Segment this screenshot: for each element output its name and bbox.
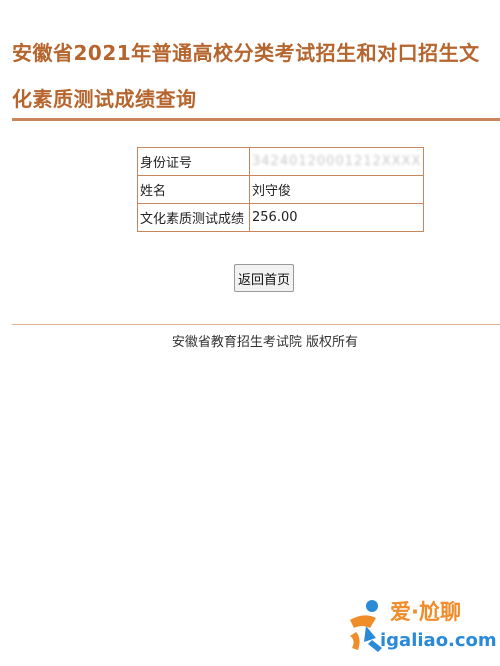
page-title-line-1: 安徽省2021年普通高校分类考试招生和对口招生文 [12,41,480,65]
name-label: 姓名 [137,175,250,204]
footer-copyright: 安徽省教育招生考试院 版权所有 [171,335,359,350]
score-result-table: 身份证号 34240120001212XXXX 姓名 刘守俊 文化素质测试成绩 … [137,147,425,232]
site-watermark: 爱·尬聊 igaliao.com [342,596,498,658]
table-row-id-number: 身份证号 34240120001212XXXX [137,147,425,176]
back-to-home-button[interactable]: 返回首页 [234,264,294,292]
watermark-brand: 爱·尬聊 [390,600,461,624]
watermark-url: igaliao.com [380,630,497,651]
score-value: 256.00 [248,203,425,232]
id-number-blurred-value: 34240120001212XXXX [252,154,422,169]
score-label: 文化素质测试成绩 [137,203,250,232]
footer-divider [12,324,500,325]
title-divider [12,118,500,121]
name-value: 刘守俊 [248,175,425,204]
id-number-value: 34240120001212XXXX [248,147,425,176]
page-title: 安徽省2021年普通高校分类考试招生和对口招生文 化素质测试成绩查询 [12,30,500,122]
score-query-page: 安徽省2021年普通高校分类考试招生和对口招生文 化素质测试成绩查询 身份证号 … [0,0,500,666]
page-title-line-2: 化素质测试成绩查询 [12,87,197,111]
table-row-name: 姓名 刘守俊 [137,175,425,204]
id-number-label: 身份证号 [137,147,250,176]
table-row-score: 文化素质测试成绩 256.00 [137,203,425,232]
